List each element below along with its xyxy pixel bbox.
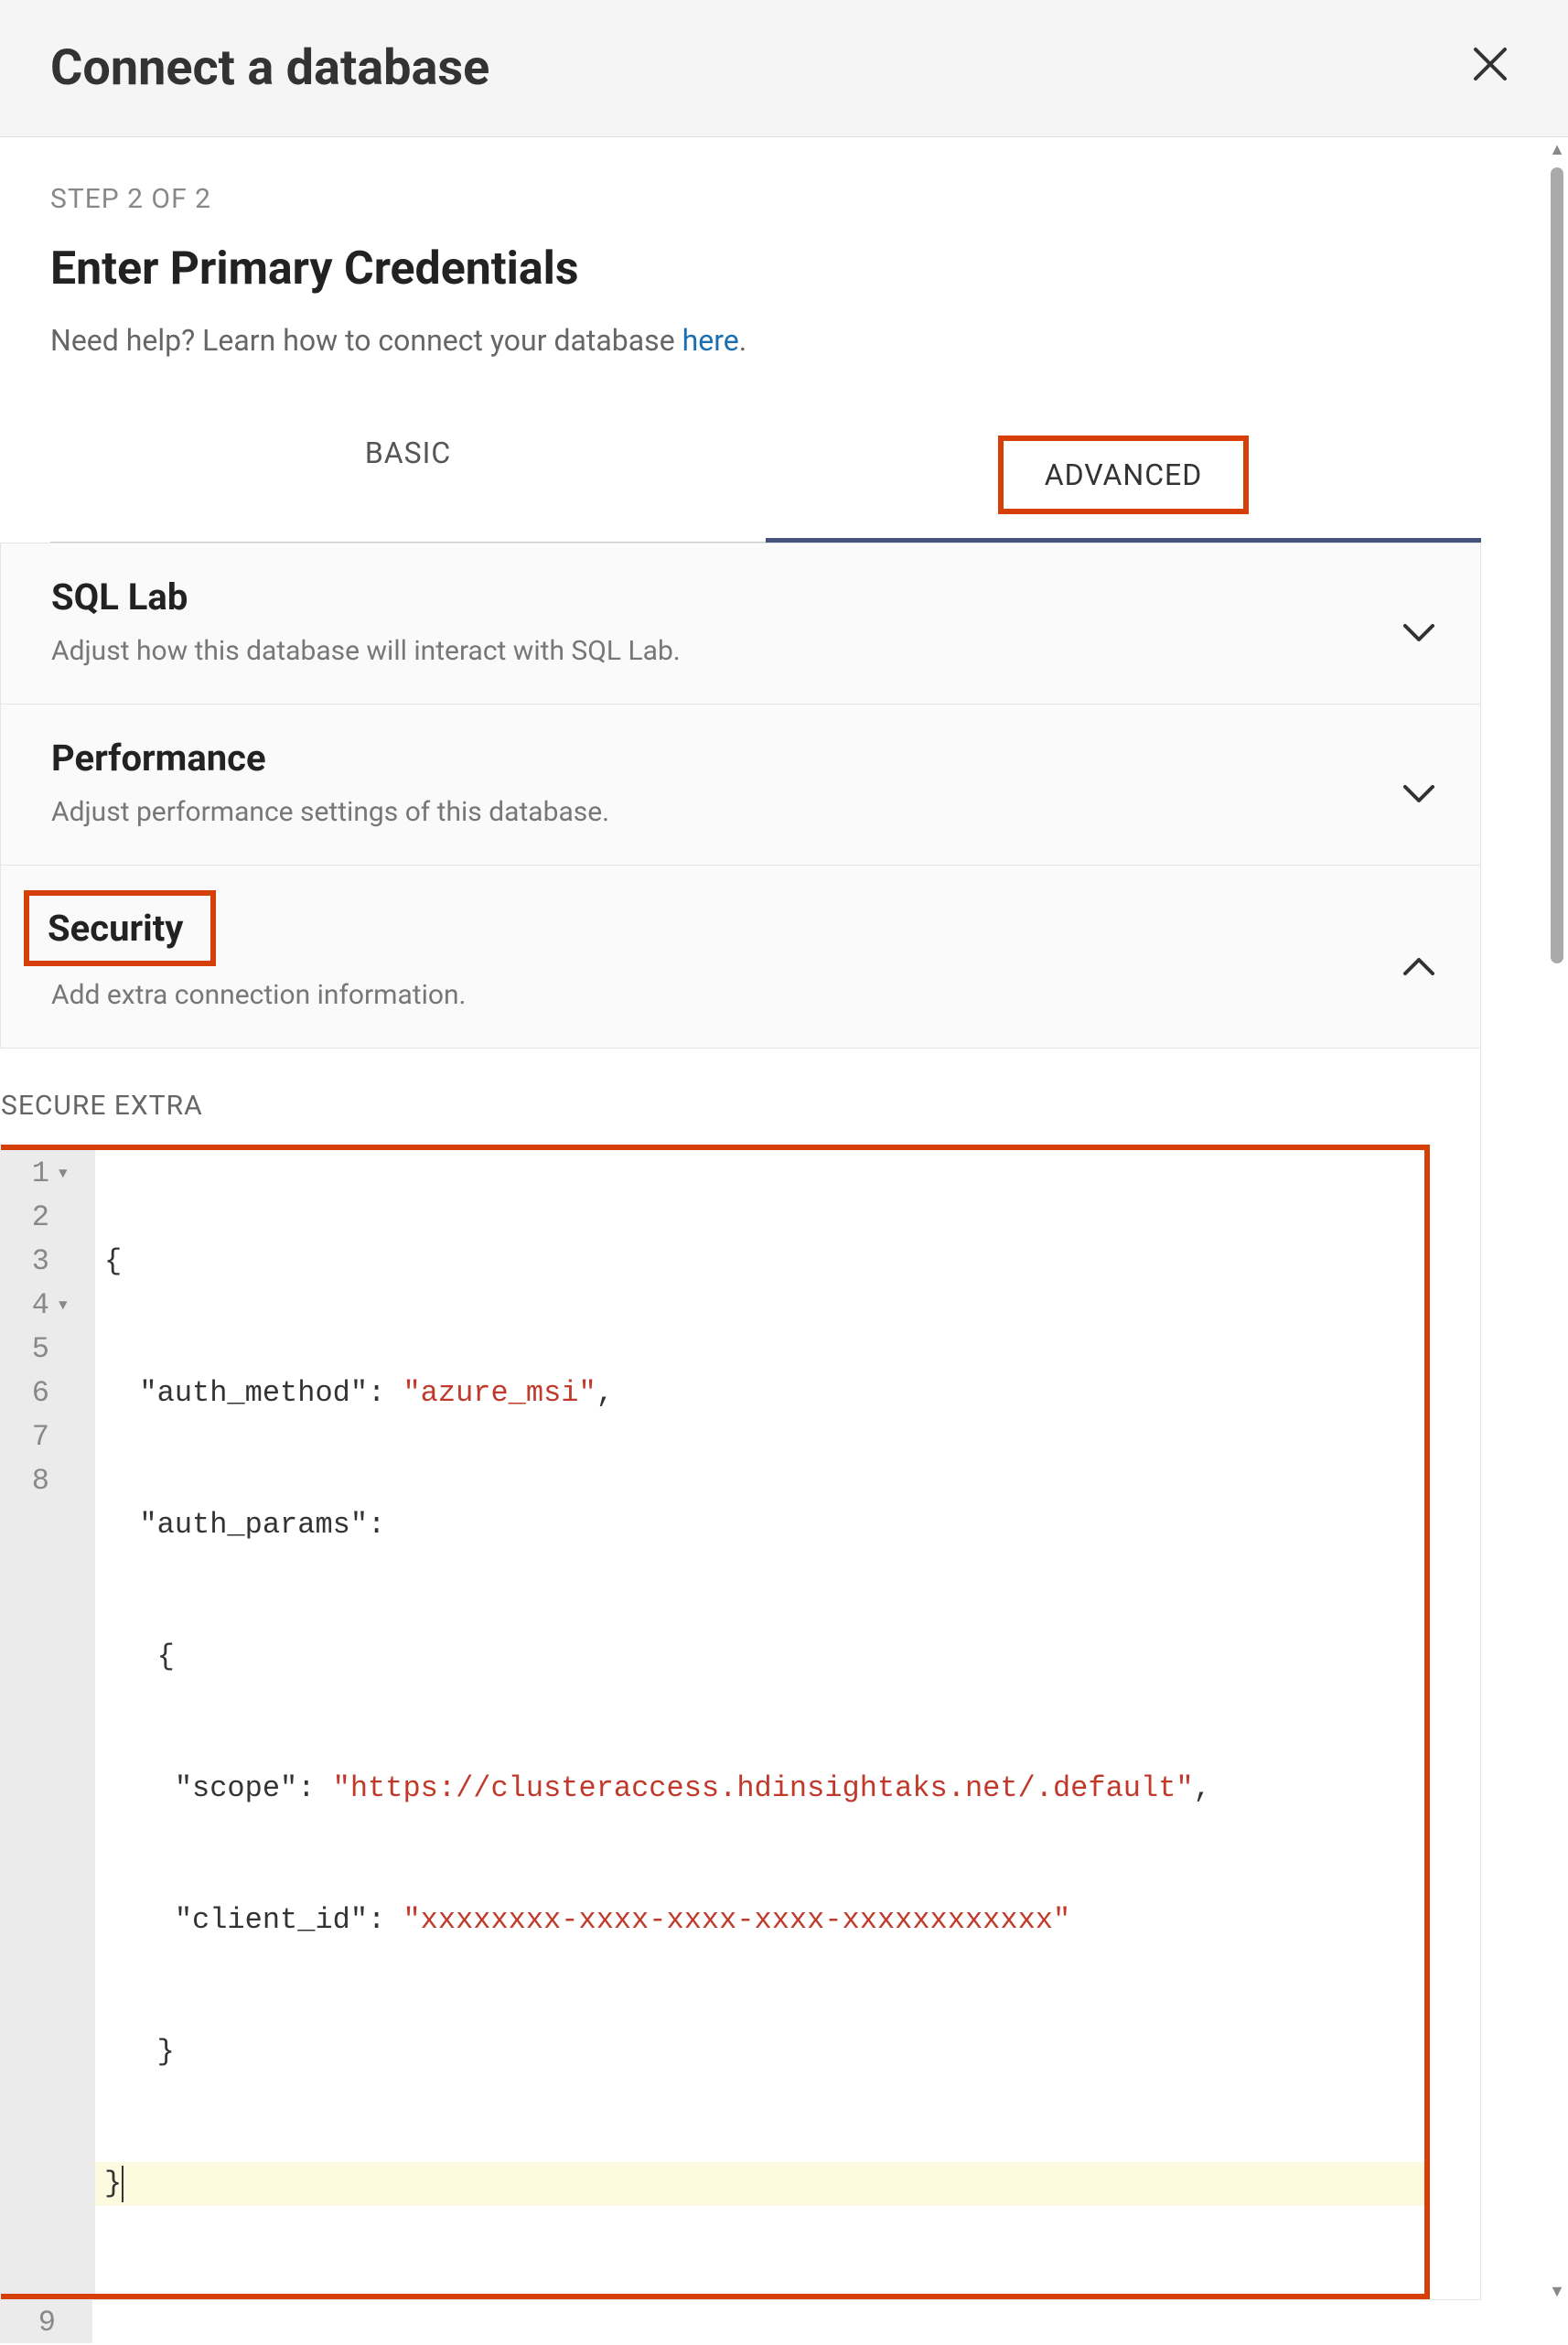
line-number: 9 xyxy=(0,2299,92,2343)
panel-performance[interactable]: Performance Adjust performance settings … xyxy=(0,705,1481,866)
panel-performance-desc: Adjust performance settings of this data… xyxy=(51,796,1430,828)
step-heading: Enter Primary Credentials xyxy=(50,242,1481,296)
code-token: "client_id" xyxy=(175,1903,368,1937)
help-prefix: Need help? Learn how to connect your dat… xyxy=(50,323,682,358)
secure-extra-label: SECURE EXTRA xyxy=(1,1090,1430,1122)
close-icon xyxy=(1472,44,1509,92)
code-token: "scope" xyxy=(175,1771,297,1805)
modal-content: STEP 2 OF 2 Enter Primary Credentials Ne… xyxy=(0,137,1531,2300)
fold-icon[interactable]: ▼ xyxy=(59,1152,77,1196)
code-token: } xyxy=(104,2167,122,2200)
help-link[interactable]: here xyxy=(682,323,739,358)
tab-advanced-label: ADVANCED xyxy=(1045,457,1202,492)
panel-sql-lab[interactable]: SQL Lab Adjust how this database will in… xyxy=(0,543,1481,705)
line-number: 4 xyxy=(32,1284,49,1328)
chevron-down-icon[interactable] xyxy=(1403,618,1434,650)
code-token: "https://clusteraccess.hdinsightaks.net/… xyxy=(333,1771,1194,1805)
line-number: 6 xyxy=(32,1372,49,1415)
secure-extra-editor[interactable]: 1▼ 2 3 4▼ 5 6 7 8 { "auth_method": "azur… xyxy=(1,1145,1430,2299)
accordion-panels: SQL Lab Adjust how this database will in… xyxy=(0,543,1481,2300)
connect-database-modal: Connect a database ▲ ▼ STEP 2 OF 2 Enter… xyxy=(0,0,1568,2300)
chevron-up-icon[interactable] xyxy=(1403,951,1434,983)
fold-icon[interactable]: ▼ xyxy=(59,1284,77,1328)
scroll-track[interactable] xyxy=(1551,158,1563,2284)
text-cursor xyxy=(122,2166,124,2202)
scrollbar[interactable]: ▲ ▼ xyxy=(1546,142,1568,2300)
tab-advanced-highlight: ADVANCED xyxy=(998,436,1249,514)
tabs: BASIC ADVANCED xyxy=(50,408,1481,543)
modal-title: Connect a database xyxy=(50,39,489,97)
code-token: "azure_msi" xyxy=(403,1376,596,1410)
scroll-arrow-down-icon[interactable]: ▼ xyxy=(1549,2284,1565,2300)
panel-security-title: Security xyxy=(24,890,216,966)
scroll-arrow-up-icon[interactable]: ▲ xyxy=(1549,142,1565,158)
chevron-down-icon[interactable] xyxy=(1403,779,1434,811)
panel-sql-lab-title: SQL Lab xyxy=(51,575,1430,619)
tab-basic[interactable]: BASIC xyxy=(50,408,766,542)
line-number: 8 xyxy=(32,1459,49,1503)
tab-basic-label: BASIC xyxy=(365,436,451,470)
line-number: 3 xyxy=(32,1240,49,1284)
panel-sql-lab-desc: Adjust how this database will interact w… xyxy=(51,635,1430,667)
code-token: { xyxy=(157,1640,175,1673)
code-token: { xyxy=(104,1244,122,1278)
code-gutter: 1▼ 2 3 4▼ 5 6 7 8 xyxy=(0,1150,95,2294)
tab-advanced[interactable]: ADVANCED xyxy=(766,408,1481,542)
close-button[interactable] xyxy=(1463,37,1518,100)
scroll-thumb[interactable] xyxy=(1551,167,1563,963)
code-token: "auth_params" xyxy=(139,1508,368,1542)
line-number: 7 xyxy=(32,1415,49,1459)
line-number: 1 xyxy=(32,1152,49,1196)
help-text: Need help? Learn how to connect your dat… xyxy=(50,323,1481,358)
code-editor-outer: 1▼ 2 3 4▼ 5 6 7 8 { "auth_method": "azur… xyxy=(1,1145,1430,2299)
line-number: 5 xyxy=(32,1328,49,1372)
code-token: } xyxy=(157,2035,175,2069)
help-suffix: . xyxy=(739,323,746,358)
panel-security-body: SECURE EXTRA 1▼ 2 3 4▼ 5 6 7 8 { xyxy=(0,1049,1481,2300)
code-token: "xxxxxxxx-xxxx-xxxx-xxxx-xxxxxxxxxxxx" xyxy=(403,1903,1070,1937)
panel-security[interactable]: Security Add extra connection informatio… xyxy=(0,866,1481,1049)
code-body[interactable]: { "auth_method": "azure_msi", "auth_para… xyxy=(95,1150,1424,2294)
step-label: STEP 2 OF 2 xyxy=(50,183,1481,215)
line-number: 2 xyxy=(32,1196,49,1240)
modal-header: Connect a database xyxy=(0,0,1568,137)
code-token: "auth_method" xyxy=(139,1376,368,1410)
panel-security-desc: Add extra connection information. xyxy=(51,979,1430,1011)
panel-performance-title: Performance xyxy=(51,737,1430,780)
